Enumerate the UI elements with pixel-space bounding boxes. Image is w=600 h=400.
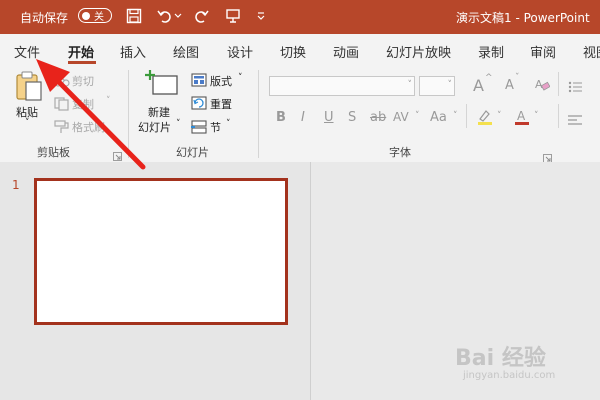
cut-icon[interactable] xyxy=(54,72,70,91)
baidu-watermark: Bai 经验 jingyan.baidu.com xyxy=(455,340,555,381)
autosave-toggle[interactable]: 关 xyxy=(78,8,112,23)
layout-icon[interactable] xyxy=(191,72,207,91)
present-icon[interactable] xyxy=(224,7,242,25)
svg-text:A: A xyxy=(535,78,543,91)
autosave-toggle-state: 关 xyxy=(94,12,104,23)
font-size-combo[interactable]: ˅ xyxy=(419,76,455,96)
reset-label[interactable]: 重置 xyxy=(210,96,232,112)
slide-thumbnail[interactable] xyxy=(34,178,288,325)
save-icon[interactable] xyxy=(125,7,143,25)
italic-button[interactable]: I xyxy=(301,110,305,125)
font-name-dropdown-icon[interactable]: ˅ xyxy=(408,80,413,90)
font-size-dropdown-icon[interactable]: ˅ xyxy=(448,80,453,90)
undo-dropdown-icon[interactable] xyxy=(173,7,183,25)
tab-draw[interactable]: 绘图 xyxy=(173,42,199,61)
copy-dropdown-icon[interactable]: ˅ xyxy=(106,96,111,106)
tab-record[interactable]: 录制 xyxy=(478,42,504,61)
align-left-icon[interactable] xyxy=(568,112,582,131)
clear-formatting-icon[interactable]: A xyxy=(534,76,551,96)
paste-dropdown-icon[interactable]: ˅ xyxy=(25,118,30,128)
shadow-button[interactable]: S xyxy=(348,110,356,125)
watermark-sub-text: jingyan.baidu.com xyxy=(463,370,556,381)
copy-icon[interactable] xyxy=(54,96,70,115)
watermark-main-text: Bai 经验 xyxy=(455,346,546,371)
tab-file[interactable]: 文件 xyxy=(14,42,40,61)
new-slide-label-line1[interactable]: 新建 xyxy=(148,104,170,120)
grow-font-button[interactable]: A xyxy=(473,76,484,95)
slides-group-label: 幻灯片 xyxy=(176,146,209,159)
font-color-dropdown-icon[interactable]: ˅ xyxy=(534,111,539,121)
layout-dropdown-icon[interactable]: ˅ xyxy=(238,73,243,83)
shrink-font-caret-icon: ˇ xyxy=(515,73,520,83)
change-case-dropdown-icon[interactable]: ˅ xyxy=(453,111,458,121)
new-slide-dropdown-icon[interactable]: ˅ xyxy=(176,119,181,129)
undo-icon[interactable] xyxy=(155,7,173,25)
group-separator xyxy=(128,70,129,158)
highlight-color-icon[interactable] xyxy=(476,108,494,130)
group-separator xyxy=(558,72,559,96)
toggle-knob xyxy=(82,11,90,20)
new-slide-label-line2[interactable]: 幻灯片 xyxy=(138,119,171,135)
format-painter-icon[interactable] xyxy=(54,119,70,138)
tab-animations[interactable]: 动画 xyxy=(333,42,359,61)
section-icon[interactable] xyxy=(191,119,207,138)
tab-transitions[interactable]: 切换 xyxy=(280,42,306,61)
format-painter-label[interactable]: 格式刷 xyxy=(72,119,105,135)
grow-font-caret-icon: ^ xyxy=(485,73,493,83)
tab-design[interactable]: 设计 xyxy=(227,42,253,61)
tab-review[interactable]: 审阅 xyxy=(530,42,556,61)
tab-view[interactable]: 视图 xyxy=(583,42,600,61)
clipboard-group-label: 剪贴板 xyxy=(37,146,70,159)
redo-icon[interactable] xyxy=(193,7,211,25)
change-case-button[interactable]: Aa xyxy=(430,110,447,125)
copy-label[interactable]: 复制 xyxy=(72,96,94,112)
tab-insert[interactable]: 插入 xyxy=(120,42,146,61)
section-label[interactable]: 节 xyxy=(210,119,221,135)
bold-button[interactable]: B xyxy=(276,110,286,125)
new-slide-icon[interactable] xyxy=(145,70,179,104)
svg-text:A: A xyxy=(517,109,526,123)
slide-thumbnails-pane: 1 xyxy=(0,162,311,400)
cut-label[interactable]: 剪切 xyxy=(72,73,94,89)
font-color-icon[interactable]: A xyxy=(513,108,531,130)
bullets-icon[interactable] xyxy=(568,78,582,97)
reset-icon[interactable] xyxy=(191,95,207,114)
font-name-combo[interactable]: ˅ xyxy=(269,76,415,96)
section-dropdown-icon[interactable]: ˅ xyxy=(226,119,231,129)
font-group-label: 字体 xyxy=(389,146,411,159)
title-bar: 自动保存 关 演示文稿1 - PowerPoint xyxy=(0,0,600,34)
group-separator xyxy=(558,104,559,128)
tab-slideshow[interactable]: 幻灯片放映 xyxy=(386,42,451,61)
tab-home[interactable]: 开始 xyxy=(68,42,94,61)
group-separator xyxy=(258,70,259,158)
underline-button[interactable]: U xyxy=(324,110,334,125)
autosave-label: 自动保存 xyxy=(20,11,69,25)
strikethrough-button[interactable]: ab xyxy=(370,110,386,125)
customize-toolbar-icon[interactable] xyxy=(252,7,270,25)
layout-label[interactable]: 版式 xyxy=(210,73,232,89)
highlight-dropdown-icon[interactable]: ˅ xyxy=(497,111,502,121)
group-separator xyxy=(466,104,467,128)
slide-number: 1 xyxy=(12,178,20,192)
character-spacing-button[interactable]: AV xyxy=(393,110,409,124)
character-spacing-dropdown-icon[interactable]: ˅ xyxy=(415,111,420,121)
paste-icon[interactable] xyxy=(14,70,44,106)
document-title: 演示文稿1 - PowerPoint xyxy=(456,11,590,25)
ribbon: 粘贴 ˅ 剪切 复制 ˅ 格式刷 剪贴板 新建 幻灯片 ˅ 版式 ˅ 重置 节 … xyxy=(0,64,600,163)
ribbon-tabs: 文件 开始 插入 绘图 设计 切换 动画 幻灯片放映 录制 审阅 视图 xyxy=(0,34,600,64)
shrink-font-button[interactable]: A xyxy=(505,78,514,93)
